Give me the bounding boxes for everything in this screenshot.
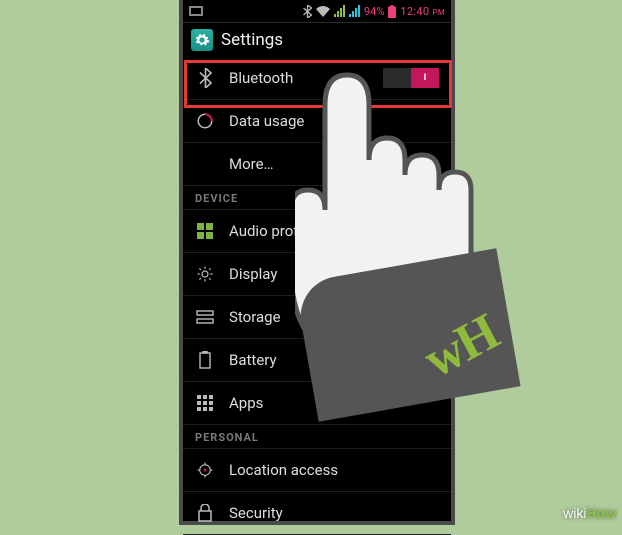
row-battery[interactable]: Battery (183, 339, 451, 382)
row-security[interactable]: Security (183, 492, 451, 535)
storage-icon (195, 307, 215, 327)
row-audio-profiles[interactable]: Audio profiles (183, 210, 451, 253)
battery-row-icon (195, 350, 215, 370)
title-bar: Settings (183, 22, 451, 57)
settings-app-icon (191, 29, 213, 51)
section-header-device: DEVICE (183, 186, 451, 210)
audio-profiles-icon (195, 221, 215, 241)
data-usage-icon (195, 111, 215, 131)
row-location-access[interactable]: Location access (183, 449, 451, 492)
row-bluetooth[interactable]: Bluetooth I (183, 57, 451, 100)
row-storage[interactable]: Storage (183, 296, 451, 339)
bluetooth-status-icon (303, 5, 312, 18)
row-label: More… (229, 155, 274, 173)
signal-1-icon (334, 5, 345, 17)
row-label: Audio profiles (229, 222, 321, 240)
row-more[interactable]: More… (183, 143, 451, 186)
row-label: Location access (229, 461, 338, 479)
bluetooth-toggle[interactable]: I (383, 68, 439, 88)
row-display[interactable]: Display (183, 253, 451, 296)
row-label: Battery (229, 351, 277, 369)
page-title: Settings (221, 30, 283, 50)
row-label: Apps (229, 394, 263, 412)
phone-frame: 94% 12:40 PM Settings Bluetooth I D (179, 0, 455, 525)
settings-list: Bluetooth I Data usage More… DEVICE Audi… (183, 57, 451, 535)
bluetooth-icon (195, 68, 215, 88)
row-data-usage[interactable]: Data usage (183, 100, 451, 143)
row-label: Display (229, 265, 277, 283)
clock: 12:40 PM (400, 5, 445, 18)
row-label: Data usage (229, 112, 304, 130)
battery-percent: 94% (364, 5, 384, 18)
carrier-icon (189, 6, 203, 16)
signal-2-icon (349, 5, 360, 17)
security-icon (195, 503, 215, 523)
row-label: Storage (229, 308, 281, 326)
wifi-icon (316, 6, 330, 17)
section-header-personal: PERSONAL (183, 425, 451, 449)
apps-icon (195, 393, 215, 413)
location-icon (195, 460, 215, 480)
row-apps[interactable]: Apps (183, 382, 451, 425)
watermark: wikiHow (563, 505, 616, 521)
row-label: Bluetooth (229, 69, 293, 87)
row-label: Security (229, 504, 283, 522)
battery-icon (388, 5, 396, 18)
display-icon (195, 264, 215, 284)
status-bar: 94% 12:40 PM (183, 0, 451, 22)
